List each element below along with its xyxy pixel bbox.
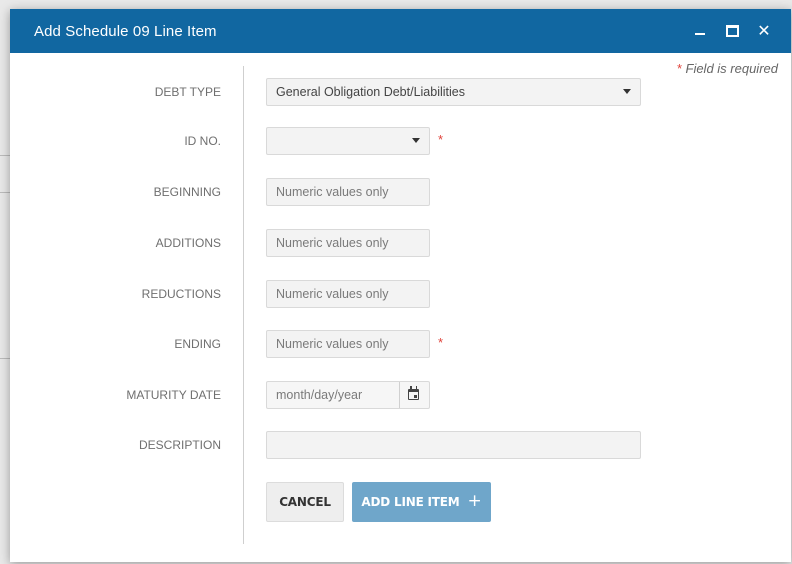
maturity-date-input[interactable]	[276, 388, 429, 402]
maximize-button[interactable]	[719, 18, 745, 44]
action-buttons: CANCEL ADD LINE ITEM +	[10, 482, 791, 522]
cancel-button-label: CANCEL	[279, 495, 331, 509]
description-row: DESCRIPTION	[10, 431, 791, 459]
debt-type-label: DEBT TYPE	[154, 85, 221, 99]
date-picker-divider	[399, 382, 400, 408]
minimize-icon	[695, 33, 705, 35]
additions-field	[266, 229, 430, 257]
id-no-select[interactable]	[266, 127, 430, 155]
required-star: *	[676, 61, 682, 76]
beginning-input[interactable]	[276, 185, 429, 199]
window-controls: ✕	[681, 9, 777, 53]
reductions-row: REDUCTIONS	[10, 280, 791, 308]
add-line-item-button[interactable]: ADD LINE ITEM +	[352, 482, 491, 522]
calendar-icon[interactable]	[408, 386, 419, 400]
debt-type-row: DEBT TYPE General Obligation Debt/Liabil…	[10, 78, 791, 106]
background-divider	[0, 358, 10, 359]
description-label: DESCRIPTION	[138, 438, 221, 452]
debt-type-select[interactable]: General Obligation Debt/Liabilities	[266, 78, 641, 106]
close-icon: ✕	[757, 21, 771, 40]
required-note-text: Field is required	[685, 61, 779, 76]
maturity-date-row: MATURITY DATE	[10, 381, 791, 409]
debt-type-value: General Obligation Debt/Liabilities	[276, 85, 465, 99]
description-input[interactable]	[276, 438, 640, 452]
additions-row: ADDITIONS	[10, 229, 791, 257]
add-line-item-label: ADD LINE ITEM	[361, 495, 460, 509]
maximize-icon	[725, 25, 739, 37]
reductions-input[interactable]	[276, 287, 429, 301]
chevron-down-icon	[412, 138, 420, 143]
reductions-field	[266, 280, 430, 308]
ending-field	[266, 330, 430, 358]
reductions-label: REDUCTIONS	[141, 287, 221, 301]
dialog-title: Add Schedule 09 Line Item	[34, 22, 217, 40]
ending-row: ENDING *	[10, 330, 791, 358]
additions-label: ADDITIONS	[155, 236, 221, 250]
maturity-date-label: MATURITY DATE	[126, 388, 221, 402]
ending-label: ENDING	[174, 337, 221, 351]
minimize-button[interactable]	[687, 18, 713, 44]
id-no-row: ID NO. *	[10, 127, 791, 155]
background-divider	[0, 155, 10, 156]
additions-input[interactable]	[276, 236, 429, 250]
description-field	[266, 431, 641, 459]
required-field-note: * Field is required	[676, 61, 778, 76]
ending-input[interactable]	[276, 337, 429, 351]
id-no-label: ID NO.	[184, 134, 221, 148]
chevron-down-icon	[623, 89, 631, 94]
required-star: *	[438, 335, 444, 350]
dialog-titlebar: Add Schedule 09 Line Item ✕	[10, 9, 791, 53]
add-line-item-dialog: Add Schedule 09 Line Item ✕ * Field is re…	[10, 9, 791, 562]
calendar-dot	[414, 395, 417, 398]
beginning-field	[266, 178, 430, 206]
required-star: *	[438, 132, 444, 147]
plus-icon: +	[467, 491, 482, 511]
close-button[interactable]: ✕	[751, 18, 777, 44]
background-divider	[0, 192, 10, 193]
beginning-row: BEGINNING	[10, 178, 791, 206]
maturity-date-field	[266, 381, 430, 409]
cancel-button[interactable]: CANCEL	[266, 482, 344, 522]
beginning-label: BEGINNING	[153, 185, 221, 199]
